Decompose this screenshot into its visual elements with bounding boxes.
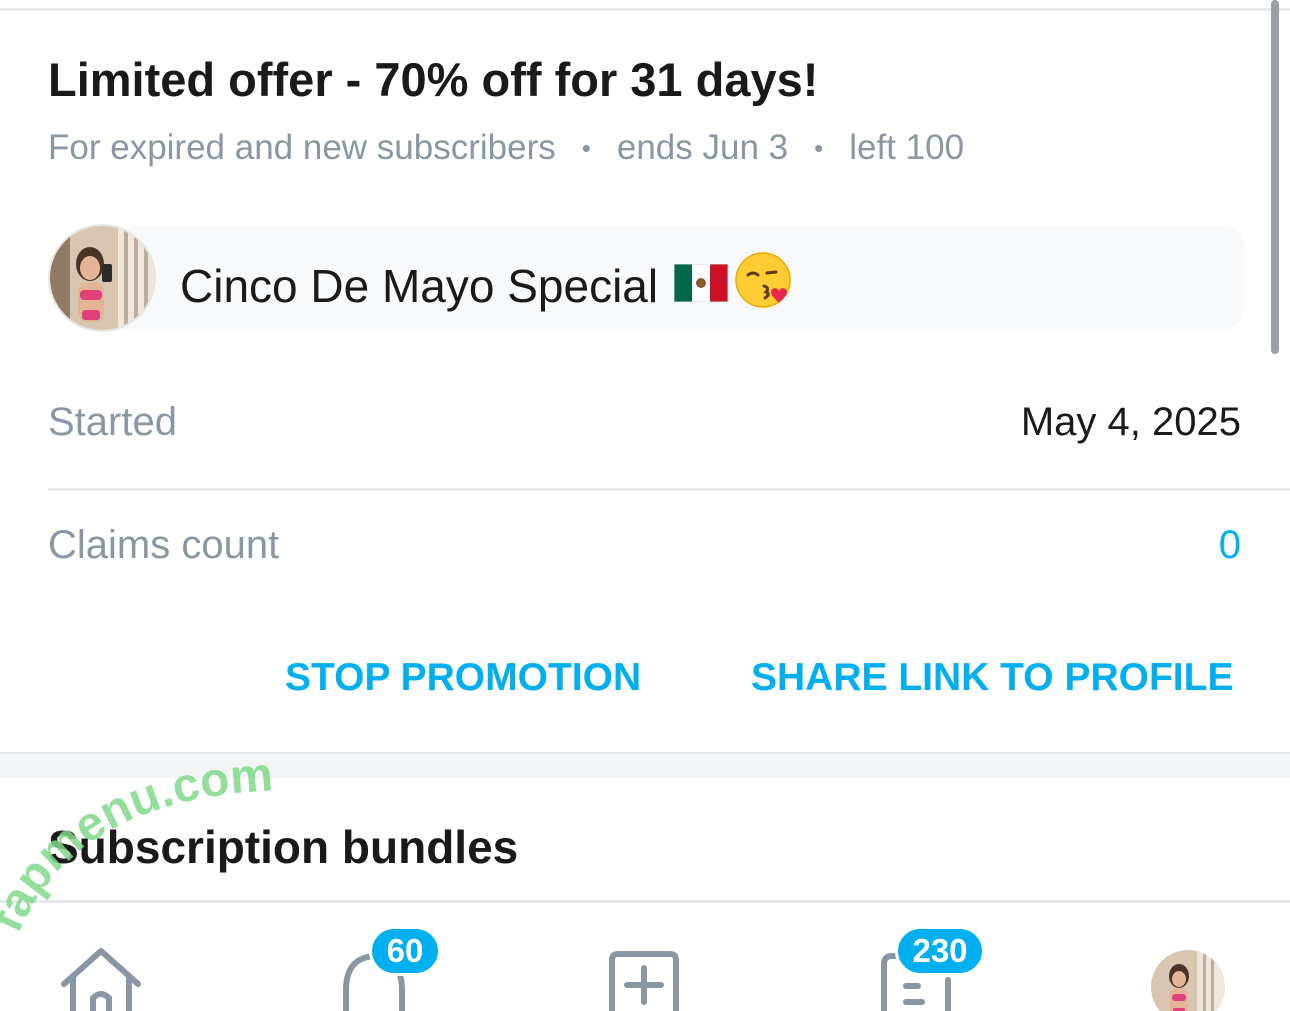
add-post-icon xyxy=(609,951,679,1011)
profile-avatar xyxy=(1151,950,1225,1011)
section-separator xyxy=(0,752,1290,778)
meta-separator: • xyxy=(814,132,824,163)
notification-badge: 60 xyxy=(369,926,441,976)
offer-meta: For expired and new subscribers • ends J… xyxy=(48,128,964,168)
offer-left: left 100 xyxy=(849,128,965,167)
promo-message: Cinco De Mayo Special xyxy=(180,250,794,321)
offer-audience: For expired and new subscribers xyxy=(48,128,556,167)
nav-home[interactable] xyxy=(58,946,144,1011)
promo-message-row: Cinco De Mayo Special xyxy=(48,224,1244,332)
claims-label: Claims count xyxy=(48,523,280,567)
scrollbar[interactable] xyxy=(1271,0,1279,354)
nav-profile[interactable] xyxy=(1151,950,1225,1011)
face-blowing-kiss-icon xyxy=(734,250,794,321)
avatar[interactable] xyxy=(48,224,156,332)
nav-add-post[interactable] xyxy=(608,950,680,1011)
bottom-nav-divider xyxy=(0,900,1290,903)
top-divider xyxy=(0,8,1290,11)
claims-row: Claims count 0 xyxy=(48,523,1241,568)
row-divider xyxy=(48,488,1290,491)
promo-message-text: Cinco De Mayo Special xyxy=(180,259,659,312)
started-value: May 4, 2025 xyxy=(1020,400,1241,444)
started-label: Started xyxy=(48,400,177,444)
claims-value[interactable]: 0 xyxy=(1219,523,1241,568)
section-title: Subscription bundles xyxy=(48,821,519,873)
home-icon xyxy=(61,948,141,1011)
stop-promotion-button[interactable]: STOP PROMOTION xyxy=(285,656,641,700)
started-row: Started May 4, 2025 xyxy=(48,400,1241,445)
offer-ends: ends Jun 3 xyxy=(616,128,789,167)
meta-separator: • xyxy=(581,132,591,163)
offer-title: Limited offer - 70% off for 31 days! xyxy=(48,53,819,106)
share-link-button[interactable]: SHARE LINK TO PROFILE xyxy=(751,656,1233,700)
mexico-flag-icon xyxy=(673,259,729,313)
messages-badge: 230 xyxy=(895,926,985,976)
